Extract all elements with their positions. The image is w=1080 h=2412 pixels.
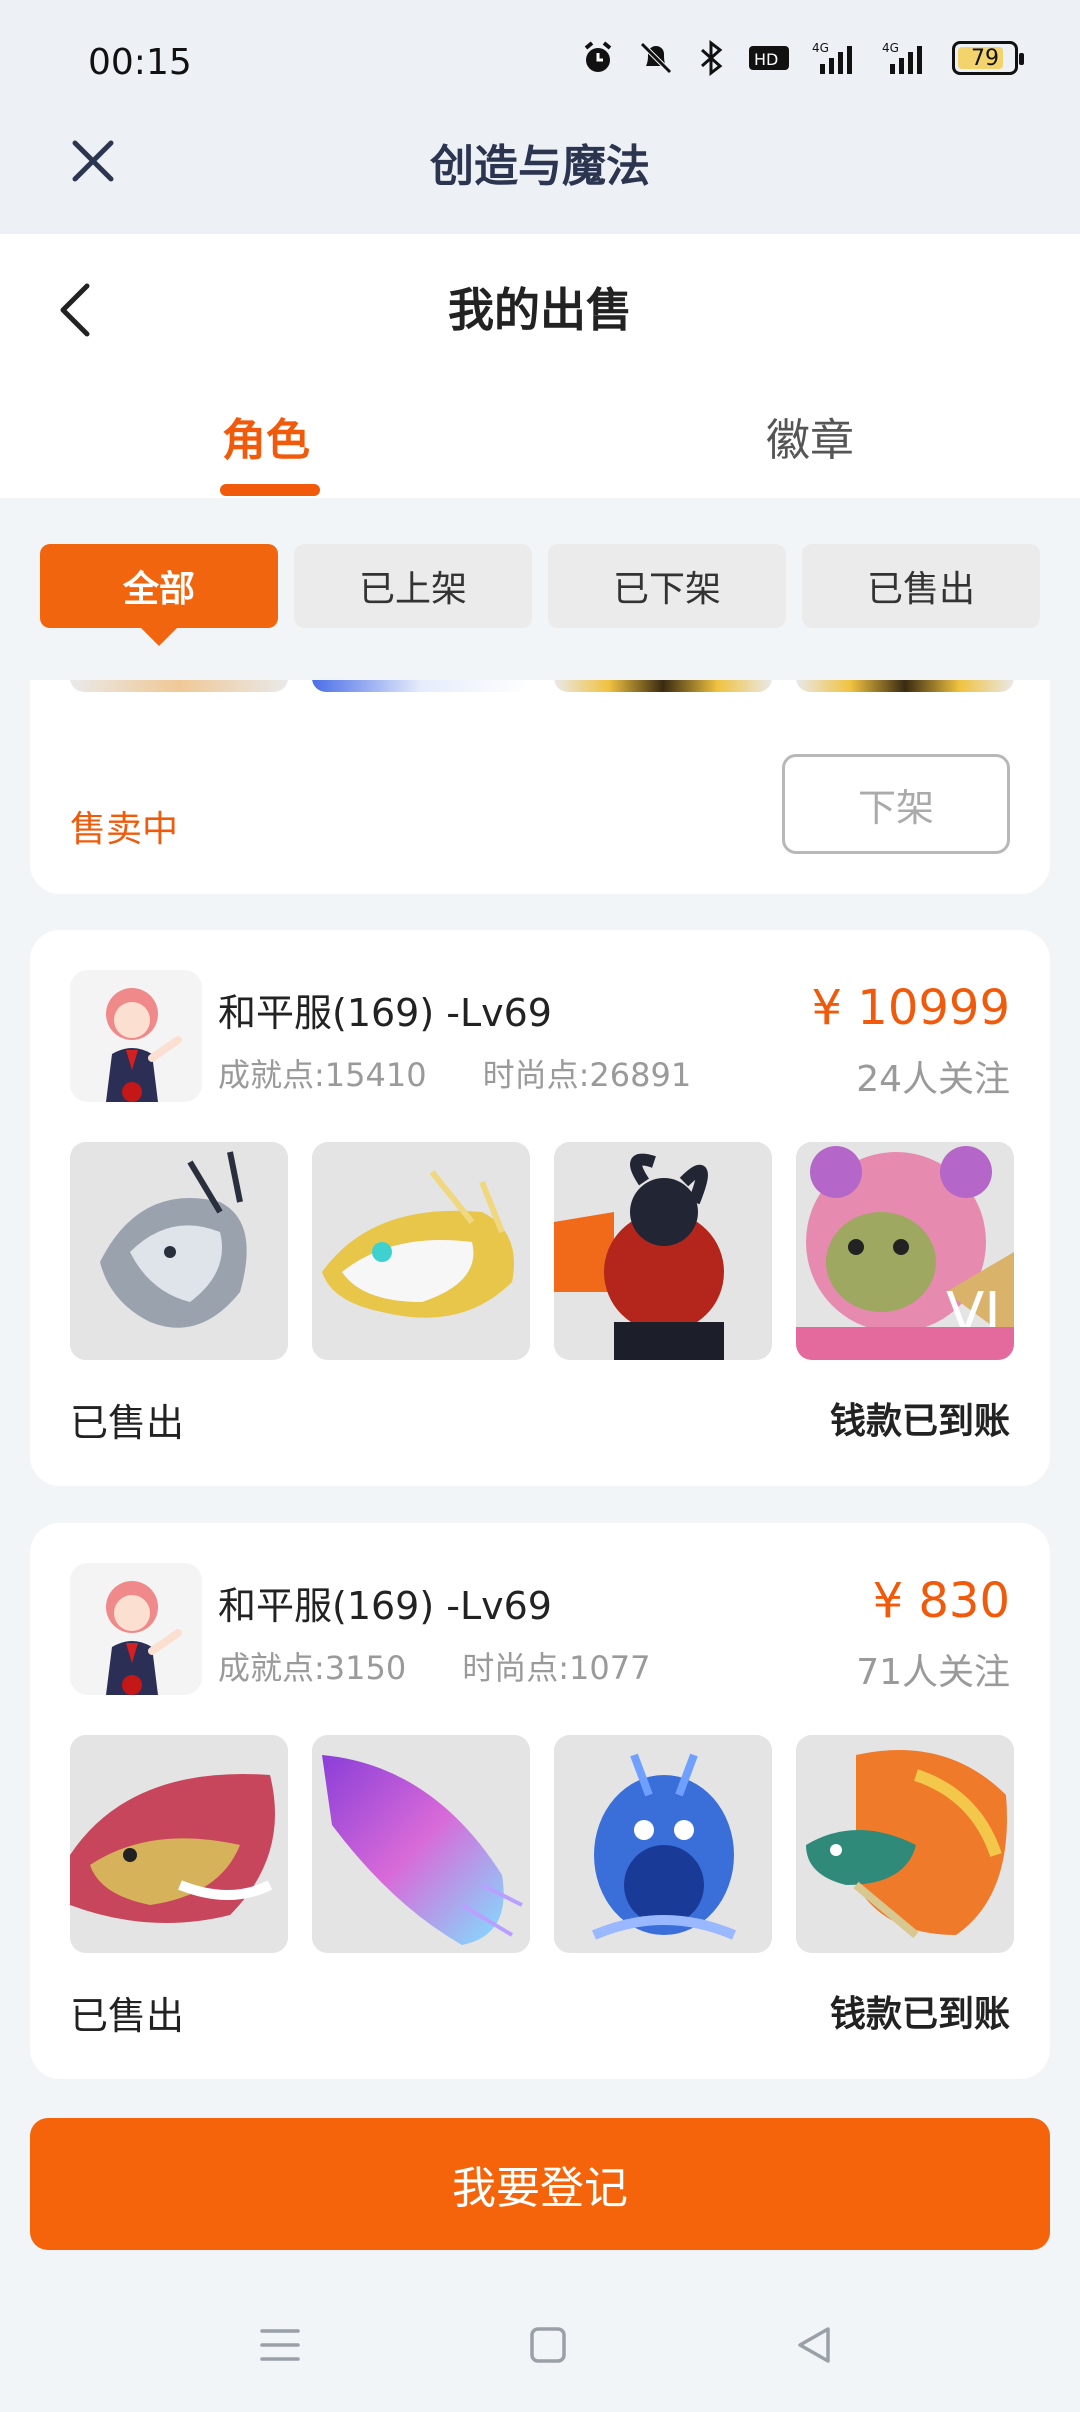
app-title: 创造与魔法 (430, 141, 650, 192)
thumbnail-row (70, 680, 1014, 692)
status-label: 售卖中 (70, 809, 179, 850)
item-thumbnail[interactable] (796, 680, 1014, 692)
delist-button[interactable]: 下架 (782, 754, 1010, 854)
sale-card: 售卖中 下架 (30, 680, 1050, 894)
svg-text:4G: 4G (882, 41, 899, 55)
filter-delisted[interactable]: 已下架 (548, 544, 786, 628)
system-nav-bar (0, 2270, 1080, 2412)
followers-count: 24人关注 (856, 1059, 1010, 1100)
achievement-points: 成就点:3150 (218, 1649, 407, 1687)
tab-badge[interactable]: 徽章 (766, 404, 854, 468)
thumbnail-row: VI (70, 1142, 1014, 1360)
avatar (70, 970, 202, 1102)
item-thumbnail[interactable] (70, 680, 288, 692)
item-thumbnail[interactable] (312, 680, 530, 692)
alarm-icon (584, 41, 612, 72)
item-thumbnail[interactable] (554, 1142, 772, 1360)
status-label: 已售出 (70, 1401, 185, 1445)
filter-sold[interactable]: 已售出 (802, 544, 1040, 628)
character-name: 和平服(169) -Lv69 (218, 1584, 552, 1628)
item-thumbnail[interactable] (70, 1142, 288, 1360)
status-bar: 00:15 HD 4G 4G 79 (0, 0, 1080, 120)
item-thumbnail[interactable] (554, 1735, 772, 1953)
filter-all[interactable]: 全部 (40, 544, 278, 646)
filter-bar: 全部 已上架 已下架 已售出 (40, 544, 1040, 646)
price: ¥ 830 (872, 1573, 1010, 1629)
menu-icon (260, 2329, 300, 2361)
item-thumbnail[interactable] (70, 1735, 288, 1953)
mute-bell-icon (640, 42, 672, 74)
item-thumbnail[interactable] (312, 1142, 530, 1360)
status-time: 00:15 (88, 42, 192, 83)
thumbnail-row (70, 1735, 1014, 1953)
sale-card[interactable]: 和平服(169) -Lv69 成就点:15410 时尚点:26891 ¥ 109… (30, 930, 1050, 1486)
home-square-icon (530, 2327, 566, 2363)
avatar (70, 1563, 202, 1695)
status-icons: HD 4G 4G 79 (580, 40, 1024, 76)
status-label: 已售出 (70, 1994, 185, 2038)
item-thumbnail[interactable] (554, 680, 772, 692)
page-title: 我的出售 (448, 283, 632, 337)
sale-card[interactable]: 和平服(169) -Lv69 成就点:3150 时尚点:1077 ¥ 830 7… (30, 1523, 1050, 2079)
item-thumbnail[interactable] (796, 1735, 1014, 1953)
achievement-points: 成就点:15410 (218, 1056, 427, 1094)
tab-active-indicator (220, 484, 320, 496)
battery-level: 79 (971, 45, 999, 71)
triangle-back-icon (798, 2327, 830, 2363)
battery-icon: 79 (952, 41, 1024, 75)
character-name: 和平服(169) -Lv69 (218, 991, 552, 1035)
filter-listed[interactable]: 已上架 (294, 544, 532, 628)
fashion-points: 时尚点:1077 (462, 1649, 651, 1687)
signal-4g-icon: 4G (882, 41, 922, 74)
character-stats: 成就点:15410 时尚点:26891 (218, 1050, 691, 1096)
tab-role[interactable]: 角色 (222, 404, 310, 468)
app-bar: 创造与魔法 (0, 120, 1080, 234)
hd-icon: HD (749, 46, 789, 70)
character-stats: 成就点:3150 时尚点:1077 (218, 1643, 650, 1689)
page-header: 我的出售 角色 徽章 (0, 234, 1080, 498)
item-thumbnail[interactable] (312, 1735, 530, 1953)
price: ¥ 10999 (811, 980, 1011, 1036)
payment-status: 钱款已到账 (829, 1994, 1010, 2035)
bluetooth-icon (701, 40, 723, 76)
menu-button[interactable] (240, 2310, 320, 2380)
home-button[interactable] (508, 2310, 588, 2380)
sale-list[interactable]: 售卖中 下架 和平服(169) -Lv69 成就点:15410 时尚点:2689… (0, 680, 1080, 2090)
back-nav-button[interactable] (774, 2310, 854, 2380)
svg-text:4G: 4G (812, 41, 829, 55)
signal-4g-icon: 4G (812, 41, 852, 74)
followers-count: 71人关注 (856, 1652, 1010, 1693)
svg-text:HD: HD (754, 50, 778, 69)
fashion-points: 时尚点:26891 (482, 1056, 692, 1094)
register-button[interactable]: 我要登记 (30, 2118, 1050, 2250)
item-thumbnail[interactable]: VI (796, 1142, 1014, 1360)
payment-status: 钱款已到账 (829, 1401, 1010, 1442)
